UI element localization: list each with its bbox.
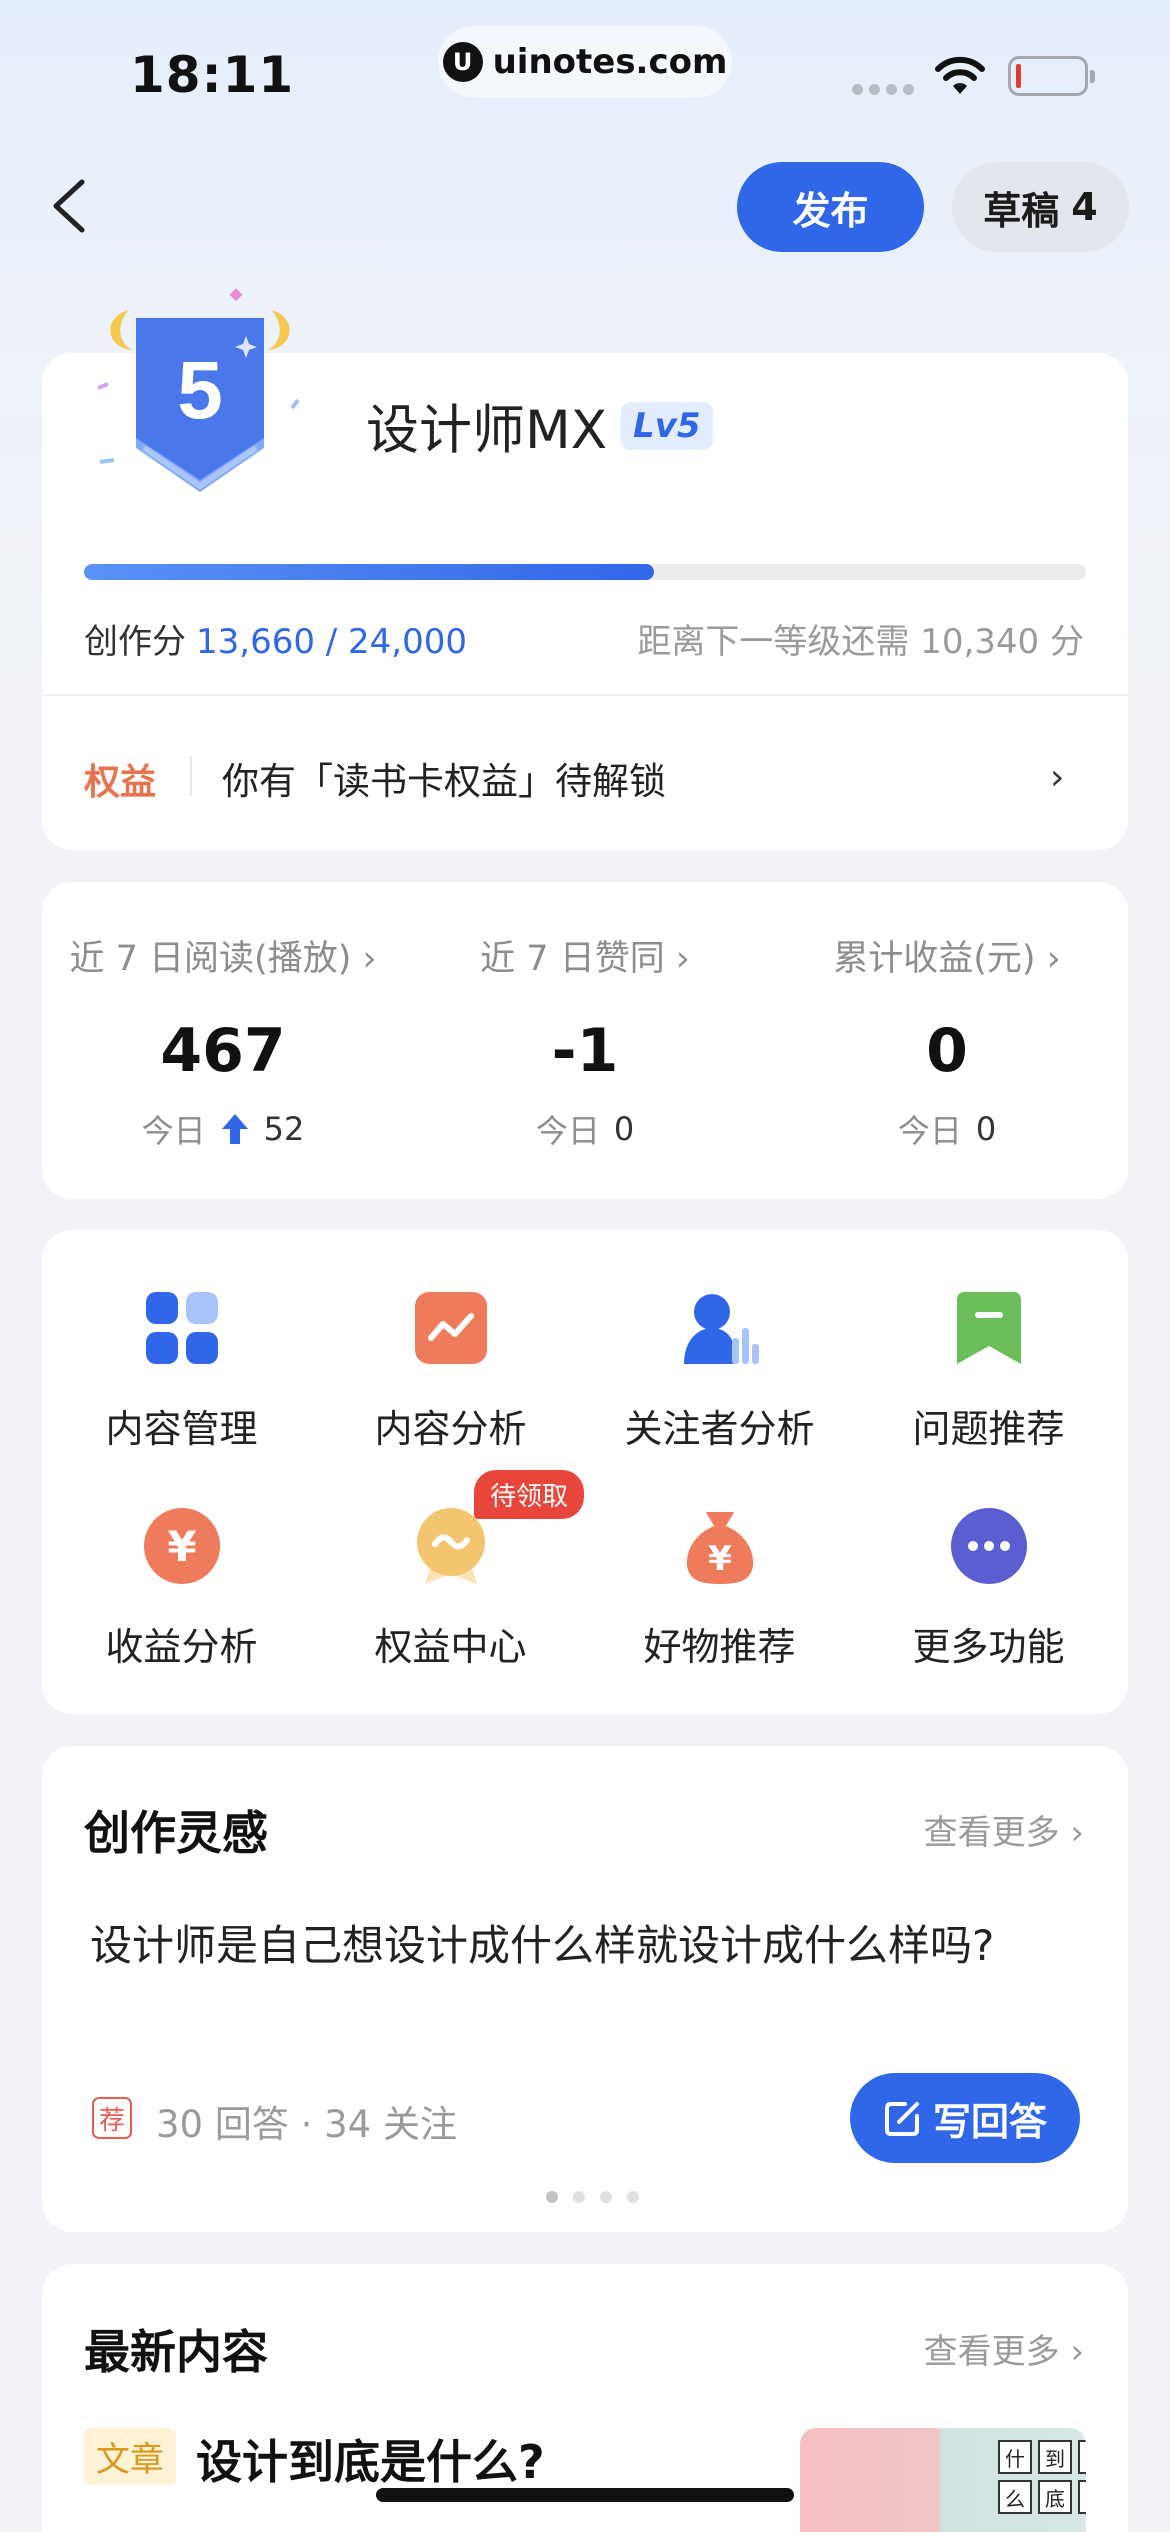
- stat-label: 近 7 日赞同 ›: [480, 939, 690, 979]
- chevron-right-icon[interactable]: ›: [1050, 757, 1064, 798]
- score-label: 创作分: [84, 622, 186, 662]
- tool-follower-analysis[interactable]: 关注者分析: [584, 1288, 855, 1453]
- divider: [42, 694, 1128, 696]
- tool-benefit-center[interactable]: 权益中心: [315, 1506, 586, 1671]
- question-meta: 30 回答 · 34 关注: [156, 2103, 457, 2146]
- tool-question-recommend[interactable]: 问题推荐: [853, 1288, 1124, 1453]
- trend-up-icon: [221, 1114, 248, 1144]
- stat-today-label: 今日: [141, 1112, 206, 1150]
- money-bag-icon: ¥: [680, 1506, 760, 1586]
- tool-label: 内容分析: [374, 1407, 527, 1451]
- level-progress-bar: [84, 564, 1086, 580]
- home-indicator[interactable]: [376, 2488, 794, 2502]
- write-answer-button[interactable]: 写回答: [850, 2073, 1080, 2163]
- article-tag: 文章: [84, 2428, 176, 2485]
- bookmark-icon: [949, 1288, 1029, 1368]
- thumb-char: 到: [1038, 2440, 1072, 2474]
- inspiration-question[interactable]: 设计师是自己想设计成什么样就设计成什么样吗?: [90, 1912, 994, 1973]
- stat-likes[interactable]: 近 7 日赞同 › -1 今日 0: [404, 882, 766, 1199]
- thumb-char: 底: [1038, 2480, 1072, 2514]
- tool-goods-recommend[interactable]: ¥ 好物推荐: [584, 1506, 855, 1671]
- level-progress-fill: [84, 564, 655, 580]
- back-arrow-icon[interactable]: [44, 176, 98, 236]
- stat-label: 累计收益(元) ›: [833, 939, 1061, 979]
- thumb-char: 什: [998, 2440, 1032, 2474]
- tool-label: 内容管理: [105, 1407, 258, 1451]
- tool-label: 权益中心: [374, 1625, 527, 1669]
- cellular-signal-icon: [852, 84, 914, 95]
- stat-income[interactable]: 累计收益(元) › 0 今日 0: [766, 882, 1128, 1199]
- username: 设计师MX Lv5: [366, 388, 713, 464]
- yuan-coin-icon: ¥: [142, 1506, 222, 1586]
- drafts-label: 草稿: [983, 188, 1060, 233]
- article-title[interactable]: 设计到底是什么?: [196, 2426, 545, 2492]
- thumb-char: 么: [998, 2480, 1032, 2514]
- stat-today-label: 今日: [897, 1112, 962, 1150]
- benefit-label[interactable]: 权益: [84, 753, 156, 805]
- svg-text:¥: ¥: [708, 1539, 732, 1579]
- battery-icon: [1008, 56, 1095, 96]
- inspiration-see-more-link[interactable]: 查看更多 ›: [924, 1805, 1084, 1854]
- tool-label: 好物推荐: [643, 1625, 796, 1669]
- thumb-char: [1078, 2440, 1086, 2474]
- url-text: uinotes.com: [492, 42, 728, 82]
- tool-label: 关注者分析: [624, 1407, 815, 1451]
- benefit-separator: [190, 756, 192, 796]
- stat-value: 0: [926, 1016, 968, 1086]
- stat-reads[interactable]: 近 7 日阅读(播放) › 467 今日 52: [42, 882, 404, 1199]
- creation-score: 创作分 13,660 / 24,000: [84, 614, 467, 663]
- edit-icon: [884, 2102, 919, 2136]
- badge-level-number: 5: [177, 345, 223, 436]
- stat-today-value: 0: [975, 1110, 997, 1148]
- tool-label: 更多功能: [912, 1625, 1065, 1669]
- level-tag: Lv5: [621, 402, 713, 450]
- thumb-char: [1078, 2480, 1086, 2514]
- publish-button[interactable]: 发布: [737, 162, 924, 252]
- score-value: 13,660 / 24,000: [196, 622, 468, 662]
- stats-card: 近 7 日阅读(播放) › 467 今日 52 近 7 日赞同 › -1 今日 …: [42, 882, 1128, 1199]
- site-logo-icon: U: [442, 42, 483, 82]
- article-thumbnail[interactable]: 什 到 么 底: [800, 2428, 1086, 2532]
- trend-chart-icon: [411, 1288, 491, 1368]
- recommend-tag: 荐: [92, 2097, 132, 2139]
- tool-content-management[interactable]: 内容管理: [46, 1288, 317, 1453]
- tool-income-analysis[interactable]: ¥ 收益分析: [46, 1506, 317, 1671]
- latest-see-more-link[interactable]: 查看更多 ›: [924, 2324, 1084, 2373]
- status-time: 18:11: [130, 46, 295, 104]
- inspiration-title: 创作灵感: [84, 1806, 268, 1860]
- level-badge-icon: 5: [97, 288, 300, 492]
- stat-today-label: 今日: [535, 1112, 600, 1150]
- stat-today: 今日 0: [404, 1106, 766, 1152]
- svg-text:¥: ¥: [167, 1522, 196, 1571]
- write-answer-label: 写回答: [932, 2099, 1047, 2144]
- stat-today: 今日 52: [42, 1106, 404, 1152]
- stat-label: 近 7 日阅读(播放) ›: [69, 939, 377, 979]
- tool-label: 收益分析: [105, 1625, 258, 1669]
- tool-more-functions[interactable]: 更多功能: [853, 1506, 1124, 1671]
- grid-icon: [142, 1288, 222, 1368]
- benefit-text[interactable]: 你有「读书卡权益」待解锁: [222, 751, 666, 805]
- url-pill[interactable]: U uinotes.com: [438, 26, 732, 98]
- pending-claim-badge: 待领取: [474, 1470, 585, 1519]
- carousel-pager: [546, 2191, 639, 2203]
- wifi-icon: [935, 56, 985, 94]
- follower-chart-icon: [680, 1288, 760, 1368]
- thumbnail-grid: 什 到 么 底: [998, 2440, 1086, 2514]
- drafts-button[interactable]: 草稿 4: [952, 162, 1129, 252]
- stat-value: 467: [160, 1016, 286, 1086]
- stat-today-value: 52: [263, 1110, 305, 1148]
- tool-label: 问题推荐: [912, 1407, 1065, 1451]
- tool-content-analysis[interactable]: 内容分析: [315, 1288, 586, 1453]
- next-level-text: 距离下一等级还需 10,340 分: [637, 622, 1084, 662]
- stat-today: 今日 0: [766, 1106, 1128, 1152]
- stat-today-value: 0: [613, 1110, 635, 1148]
- latest-content-title: 最新内容: [84, 2325, 268, 2379]
- username-text: 设计师MX: [366, 400, 608, 461]
- drafts-count: 4: [1071, 185, 1098, 229]
- stat-value: -1: [551, 1016, 619, 1086]
- more-dots-icon: [949, 1506, 1029, 1586]
